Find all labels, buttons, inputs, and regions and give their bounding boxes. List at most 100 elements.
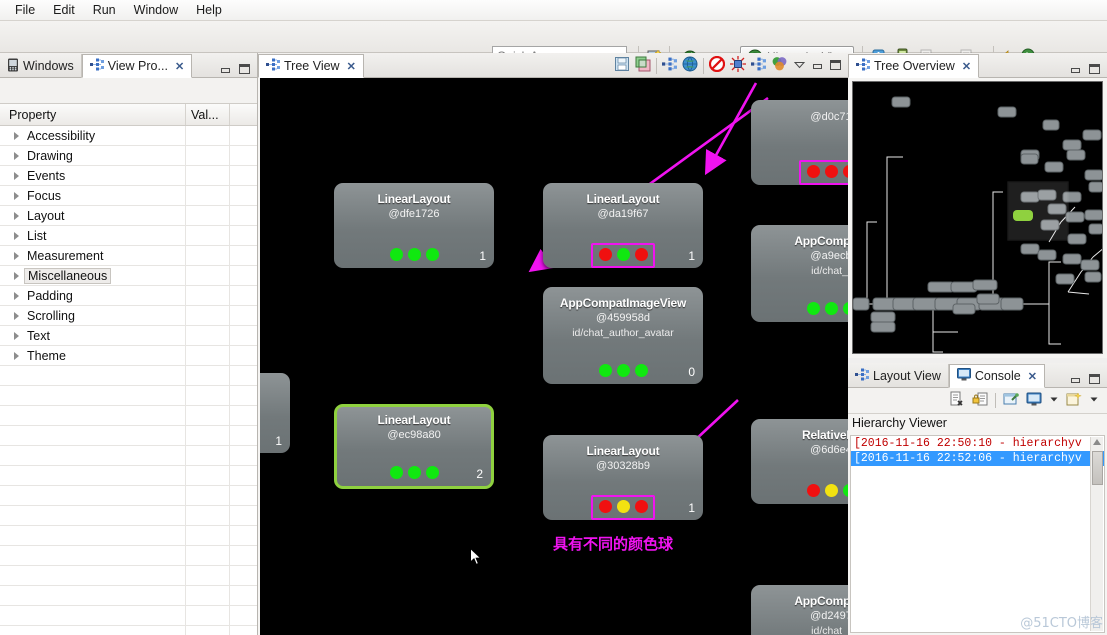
display-console-icon[interactable] (1026, 391, 1042, 410)
chevron-right-icon[interactable] (14, 311, 19, 320)
property-name-cell[interactable]: Text (0, 326, 186, 345)
property-row[interactable]: Theme (0, 346, 257, 366)
tree-node[interactable]: 1 (260, 373, 290, 453)
property-row-empty[interactable] (0, 626, 257, 635)
property-row[interactable]: Accessibility (0, 126, 257, 146)
tab-tree-overview[interactable]: Tree Overview ✕ (848, 54, 980, 78)
open-console-icon[interactable] (1066, 391, 1082, 410)
tree-view-canvas[interactable]: 具有不同的颜色球 1 LinearLayout @dfe1726 1 LinearLay… (260, 78, 848, 635)
chevron-right-icon[interactable] (14, 291, 19, 300)
chevron-right-icon[interactable] (14, 171, 19, 180)
console-output[interactable]: [2016-11-16 22:50:10 - hierarchyv [2016-1… (850, 435, 1105, 633)
chevron-right-icon[interactable] (14, 271, 19, 280)
property-row[interactable]: List (0, 226, 257, 246)
property-row[interactable]: Drawing (0, 146, 257, 166)
chevron-right-icon[interactable] (14, 151, 19, 160)
minimize-icon-left-panel[interactable] (219, 64, 232, 75)
scroll-lock-icon[interactable] (972, 391, 988, 410)
property-name-cell[interactable]: Measurement (0, 246, 186, 265)
tree-node[interactable]: LinearLayout @ec98a80 2 (334, 404, 494, 489)
column-header-value[interactable]: Val... (186, 104, 230, 125)
tree-node[interactable]: RelativeLa @6d6e4 (751, 419, 848, 504)
tab-tree-view[interactable]: Tree View ✕ (258, 54, 364, 78)
clear-console-icon[interactable] (949, 391, 965, 410)
console-log-line[interactable]: [2016-11-16 22:50:10 - hierarchyv (851, 436, 1104, 451)
property-row[interactable]: Padding (0, 286, 257, 306)
property-row-empty[interactable] (0, 426, 257, 446)
property-value-cell[interactable] (186, 126, 230, 145)
tree-node[interactable]: AppCompatImageView @459958d id/chat_author… (543, 287, 703, 384)
save-as-png-icon[interactable] (614, 56, 630, 75)
property-row[interactable]: Text (0, 326, 257, 346)
tree-node[interactable]: AppCompatT @a9ecb id/chat_t (751, 225, 848, 322)
stop-icon[interactable] (708, 55, 726, 75)
property-name-cell[interactable]: Miscellaneous (0, 266, 186, 285)
menu-item-window[interactable]: Window (125, 1, 187, 19)
property-filter-bar[interactable] (0, 78, 257, 104)
property-row-empty[interactable] (0, 406, 257, 426)
console-log-list[interactable]: [2016-11-16 22:50:10 - hierarchyv [2016-1… (851, 436, 1104, 466)
property-name-cell[interactable]: List (0, 226, 186, 245)
minimize-icon-console[interactable] (1069, 374, 1082, 385)
property-name-cell[interactable]: Focus (0, 186, 186, 205)
tree-node[interactable]: LinearLayout @dfe1726 1 (334, 183, 494, 268)
tree-node[interactable]: AppCompatT @d2497 id/chat_t (751, 585, 848, 635)
property-row[interactable]: Focus (0, 186, 257, 206)
column-header-property[interactable]: Property (0, 104, 186, 125)
menu-item-edit[interactable]: Edit (44, 1, 84, 19)
color-balls-icon[interactable] (771, 56, 788, 75)
property-row[interactable]: Measurement (0, 246, 257, 266)
property-name-cell[interactable]: Drawing (0, 146, 186, 165)
chevron-right-icon[interactable] (14, 331, 19, 340)
property-name-cell[interactable]: Accessibility (0, 126, 186, 145)
chevron-right-icon[interactable] (14, 251, 19, 260)
property-value-cell[interactable] (186, 346, 230, 365)
pin-console-icon[interactable] (1003, 391, 1019, 410)
property-value-cell[interactable] (186, 146, 230, 165)
console-scrollbar-thumb[interactable] (1092, 451, 1103, 485)
minimize-icon-tree-overview[interactable] (1069, 64, 1082, 75)
close-icon-tree-overview[interactable]: ✕ (962, 60, 971, 73)
property-value-cell[interactable] (186, 206, 230, 225)
property-name-cell[interactable]: Theme (0, 346, 186, 365)
property-name-cell[interactable]: Layout (0, 206, 186, 225)
open-console-dropdown-icon[interactable] (1089, 391, 1099, 410)
chevron-right-icon[interactable] (14, 231, 19, 240)
property-row[interactable]: Events (0, 166, 257, 186)
property-name-cell[interactable]: Events (0, 166, 186, 185)
tab-windows[interactable]: Windows (0, 54, 82, 78)
display-console-dropdown-icon[interactable] (1049, 391, 1059, 410)
close-icon-console[interactable]: ✕ (1028, 370, 1037, 383)
tab-console[interactable]: Console ✕ (948, 364, 1045, 388)
property-row-empty[interactable] (0, 566, 257, 586)
property-row-empty[interactable] (0, 446, 257, 466)
property-value-cell[interactable] (186, 286, 230, 305)
maximize-icon-tree-view[interactable] (829, 60, 842, 71)
close-icon-tree-view[interactable]: ✕ (347, 60, 356, 73)
property-row-empty[interactable] (0, 386, 257, 406)
menu-item-file[interactable]: File (6, 1, 44, 19)
property-row[interactable]: Layout (0, 206, 257, 226)
maximize-icon-tree-overview[interactable] (1088, 64, 1101, 75)
console-log-line[interactable]: [2016-11-16 22:52:06 - hierarchyv (851, 451, 1104, 466)
close-icon-view-properties[interactable]: ✕ (175, 60, 184, 73)
chevron-right-icon[interactable] (14, 131, 19, 140)
property-row[interactable]: Scrolling (0, 306, 257, 326)
tab-view-properties[interactable]: View Pro... ✕ (81, 54, 193, 78)
tab-layout-view[interactable]: Layout View (848, 364, 949, 388)
property-name-cell[interactable]: Scrolling (0, 306, 186, 325)
property-row-empty[interactable] (0, 606, 257, 626)
capture-layers-icon[interactable] (635, 56, 651, 75)
property-row-empty[interactable] (0, 526, 257, 546)
property-value-cell[interactable] (186, 266, 230, 285)
load-overlay-icon[interactable] (682, 56, 698, 75)
property-name-cell[interactable]: Padding (0, 286, 186, 305)
property-row-empty[interactable] (0, 506, 257, 526)
load-view-hierarchy-icon[interactable] (662, 57, 677, 74)
maximize-icon-left-panel[interactable] (238, 64, 251, 75)
maximize-icon-console[interactable] (1088, 374, 1101, 385)
property-value-cell[interactable] (186, 166, 230, 185)
view-menu-icon[interactable] (793, 59, 806, 73)
minimize-icon-tree-view[interactable] (811, 60, 824, 71)
property-row-empty[interactable] (0, 366, 257, 386)
